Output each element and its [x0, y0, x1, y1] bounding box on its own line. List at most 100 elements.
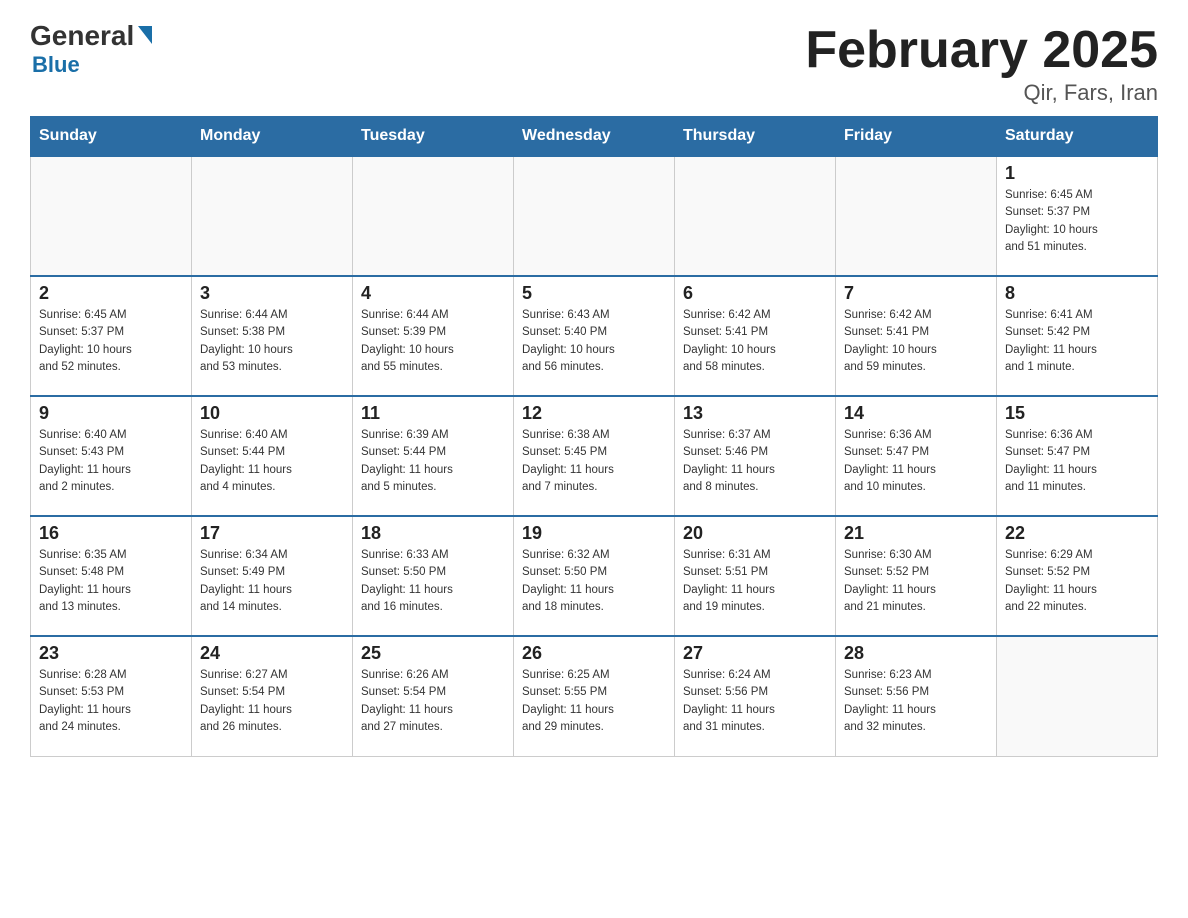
day-info: Sunrise: 6:34 AM Sunset: 5:49 PM Dayligh…: [200, 547, 344, 616]
day-number: 28: [844, 643, 988, 664]
day-number: 27: [683, 643, 827, 664]
day-number: 22: [1005, 523, 1149, 544]
calendar-week-row: 23 Sunrise: 6:28 AM Sunset: 5:53 PM Dayli…: [31, 636, 1158, 756]
day-info: Sunrise: 6:44 AM Sunset: 5:38 PM Dayligh…: [200, 307, 344, 376]
table-row: 27 Sunrise: 6:24 AM Sunset: 5:56 PM Dayli…: [675, 636, 836, 756]
table-row: 2 Sunrise: 6:45 AM Sunset: 5:37 PM Daylig…: [31, 276, 192, 396]
day-info: Sunrise: 6:30 AM Sunset: 5:52 PM Dayligh…: [844, 547, 988, 616]
title-section: February 2025 Qir, Fars, Iran: [805, 20, 1158, 106]
month-title: February 2025: [805, 20, 1158, 80]
day-number: 9: [39, 403, 183, 424]
logo-blue-text: Blue: [32, 52, 80, 78]
table-row: 6 Sunrise: 6:42 AM Sunset: 5:41 PM Daylig…: [675, 276, 836, 396]
table-row: [353, 156, 514, 276]
day-info: Sunrise: 6:27 AM Sunset: 5:54 PM Dayligh…: [200, 667, 344, 736]
header-friday: Friday: [836, 117, 997, 157]
day-number: 8: [1005, 283, 1149, 304]
day-info: Sunrise: 6:40 AM Sunset: 5:43 PM Dayligh…: [39, 427, 183, 496]
day-info: Sunrise: 6:31 AM Sunset: 5:51 PM Dayligh…: [683, 547, 827, 616]
calendar-week-row: 2 Sunrise: 6:45 AM Sunset: 5:37 PM Daylig…: [31, 276, 1158, 396]
table-row: 5 Sunrise: 6:43 AM Sunset: 5:40 PM Daylig…: [514, 276, 675, 396]
day-info: Sunrise: 6:25 AM Sunset: 5:55 PM Dayligh…: [522, 667, 666, 736]
day-info: Sunrise: 6:23 AM Sunset: 5:56 PM Dayligh…: [844, 667, 988, 736]
day-info: Sunrise: 6:36 AM Sunset: 5:47 PM Dayligh…: [1005, 427, 1149, 496]
header-tuesday: Tuesday: [353, 117, 514, 157]
calendar-header-row: Sunday Monday Tuesday Wednesday Thursday…: [31, 117, 1158, 157]
header-thursday: Thursday: [675, 117, 836, 157]
table-row: 12Sunrise: 6:38 AM Sunset: 5:45 PM Dayli…: [514, 396, 675, 516]
day-number: 7: [844, 283, 988, 304]
table-row: 20 Sunrise: 6:31 AM Sunset: 5:51 PM Dayli…: [675, 516, 836, 636]
day-number: 12: [522, 403, 666, 424]
header-monday: Monday: [192, 117, 353, 157]
table-row: 13 Sunrise: 6:37 AM Sunset: 5:46 PM Dayli…: [675, 396, 836, 516]
day-info: Sunrise: 6:42 AM Sunset: 5:41 PM Dayligh…: [844, 307, 988, 376]
table-row: 24 Sunrise: 6:27 AM Sunset: 5:54 PM Dayli…: [192, 636, 353, 756]
header-wednesday: Wednesday: [514, 117, 675, 157]
table-row: 7 Sunrise: 6:42 AM Sunset: 5:41 PM Daylig…: [836, 276, 997, 396]
day-number: 16: [39, 523, 183, 544]
table-row: 15 Sunrise: 6:36 AM Sunset: 5:47 PM Dayli…: [997, 396, 1158, 516]
calendar-table: Sunday Monday Tuesday Wednesday Thursday…: [30, 116, 1158, 757]
table-row: 8 Sunrise: 6:41 AM Sunset: 5:42 PM Daylig…: [997, 276, 1158, 396]
table-row: 3 Sunrise: 6:44 AM Sunset: 5:38 PM Daylig…: [192, 276, 353, 396]
day-number: 11: [361, 403, 505, 424]
day-number: 10: [200, 403, 344, 424]
table-row: [514, 156, 675, 276]
table-row: 26 Sunrise: 6:25 AM Sunset: 5:55 PM Dayli…: [514, 636, 675, 756]
day-info: Sunrise: 6:28 AM Sunset: 5:53 PM Dayligh…: [39, 667, 183, 736]
logo-top: General: [30, 20, 152, 52]
location-text: Qir, Fars, Iran: [805, 80, 1158, 106]
day-number: 3: [200, 283, 344, 304]
day-number: 17: [200, 523, 344, 544]
day-info: Sunrise: 6:37 AM Sunset: 5:46 PM Dayligh…: [683, 427, 827, 496]
table-row: 19 Sunrise: 6:32 AM Sunset: 5:50 PM Dayli…: [514, 516, 675, 636]
day-number: 21: [844, 523, 988, 544]
day-info: Sunrise: 6:33 AM Sunset: 5:50 PM Dayligh…: [361, 547, 505, 616]
day-number: 26: [522, 643, 666, 664]
table-row: 18 Sunrise: 6:33 AM Sunset: 5:50 PM Dayli…: [353, 516, 514, 636]
logo: General Blue: [30, 20, 152, 78]
table-row: 1Sunrise: 6:45 AM Sunset: 5:37 PM Daylig…: [997, 156, 1158, 276]
table-row: 22Sunrise: 6:29 AM Sunset: 5:52 PM Dayli…: [997, 516, 1158, 636]
day-info: Sunrise: 6:43 AM Sunset: 5:40 PM Dayligh…: [522, 307, 666, 376]
day-number: 6: [683, 283, 827, 304]
day-number: 19: [522, 523, 666, 544]
logo-arrow-icon: [138, 26, 152, 44]
table-row: 9 Sunrise: 6:40 AM Sunset: 5:43 PM Daylig…: [31, 396, 192, 516]
table-row: 4Sunrise: 6:44 AM Sunset: 5:39 PM Daylig…: [353, 276, 514, 396]
table-row: 11Sunrise: 6:39 AM Sunset: 5:44 PM Dayli…: [353, 396, 514, 516]
table-row: 10 Sunrise: 6:40 AM Sunset: 5:44 PM Dayli…: [192, 396, 353, 516]
table-row: [192, 156, 353, 276]
header-saturday: Saturday: [997, 117, 1158, 157]
day-info: Sunrise: 6:36 AM Sunset: 5:47 PM Dayligh…: [844, 427, 988, 496]
day-info: Sunrise: 6:24 AM Sunset: 5:56 PM Dayligh…: [683, 667, 827, 736]
calendar-week-row: 1Sunrise: 6:45 AM Sunset: 5:37 PM Daylig…: [31, 156, 1158, 276]
logo-general-text: General: [30, 20, 134, 52]
table-row: 21 Sunrise: 6:30 AM Sunset: 5:52 PM Dayli…: [836, 516, 997, 636]
day-number: 23: [39, 643, 183, 664]
table-row: [31, 156, 192, 276]
day-number: 2: [39, 283, 183, 304]
day-number: 15: [1005, 403, 1149, 424]
day-info: Sunrise: 6:26 AM Sunset: 5:54 PM Dayligh…: [361, 667, 505, 736]
day-number: 25: [361, 643, 505, 664]
day-info: Sunrise: 6:42 AM Sunset: 5:41 PM Dayligh…: [683, 307, 827, 376]
day-info: Sunrise: 6:40 AM Sunset: 5:44 PM Dayligh…: [200, 427, 344, 496]
page-header: General Blue February 2025 Qir, Fars, Ir…: [30, 20, 1158, 106]
day-info: Sunrise: 6:45 AM Sunset: 5:37 PM Dayligh…: [1005, 187, 1149, 256]
day-number: 24: [200, 643, 344, 664]
table-row: 17 Sunrise: 6:34 AM Sunset: 5:49 PM Dayli…: [192, 516, 353, 636]
day-number: 18: [361, 523, 505, 544]
day-number: 5: [522, 283, 666, 304]
day-info: Sunrise: 6:45 AM Sunset: 5:37 PM Dayligh…: [39, 307, 183, 376]
table-row: 16Sunrise: 6:35 AM Sunset: 5:48 PM Dayli…: [31, 516, 192, 636]
day-number: 20: [683, 523, 827, 544]
calendar-week-row: 16Sunrise: 6:35 AM Sunset: 5:48 PM Dayli…: [31, 516, 1158, 636]
calendar-week-row: 9 Sunrise: 6:40 AM Sunset: 5:43 PM Daylig…: [31, 396, 1158, 516]
day-info: Sunrise: 6:32 AM Sunset: 5:50 PM Dayligh…: [522, 547, 666, 616]
day-info: Sunrise: 6:41 AM Sunset: 5:42 PM Dayligh…: [1005, 307, 1149, 376]
day-number: 13: [683, 403, 827, 424]
day-info: Sunrise: 6:44 AM Sunset: 5:39 PM Dayligh…: [361, 307, 505, 376]
header-sunday: Sunday: [31, 117, 192, 157]
